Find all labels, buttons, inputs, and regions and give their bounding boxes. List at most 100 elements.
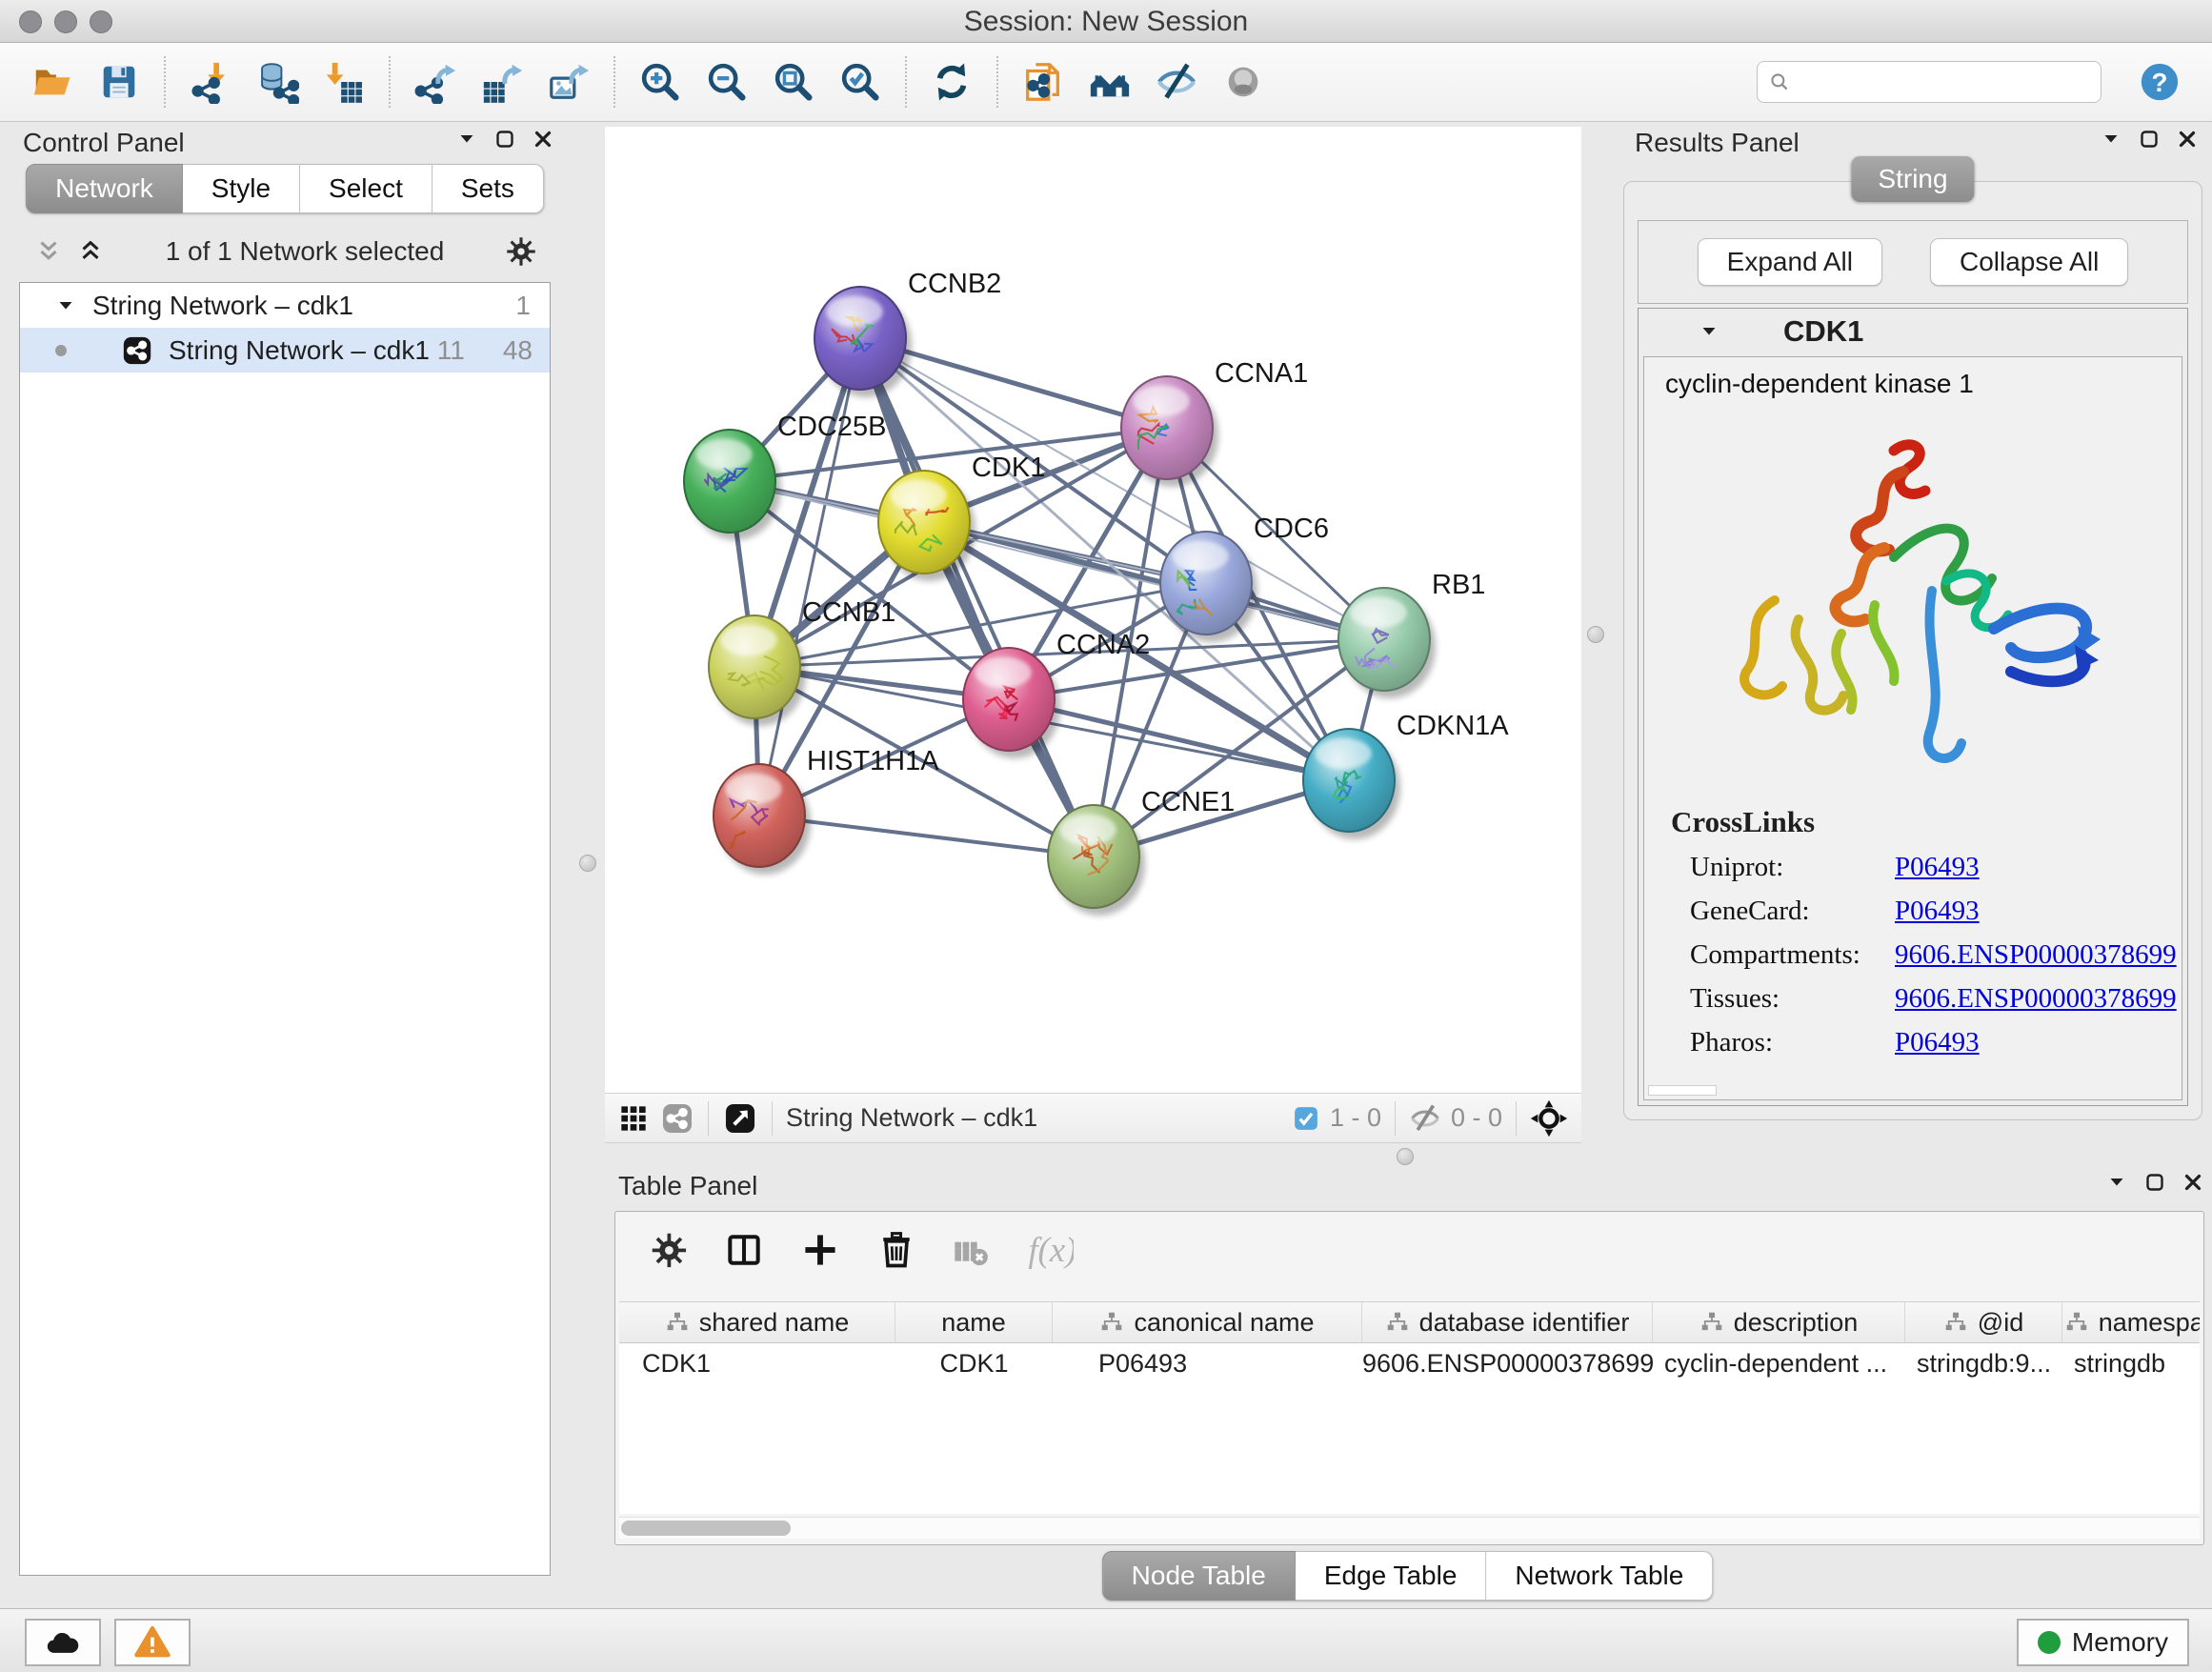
show-graphics-button[interactable] — [1216, 54, 1271, 110]
search-input[interactable] — [1792, 67, 2115, 98]
expand-all-button[interactable]: Expand All — [1698, 238, 1882, 286]
network-edge-count: 48 — [503, 335, 533, 366]
crosslink-link[interactable]: 9606.ENSP00000378699 — [1895, 983, 2177, 1015]
table-panel-float-icon[interactable] — [2105, 1171, 2128, 1194]
hidden-eye-slash-icon[interactable] — [1409, 1102, 1441, 1135]
network-node-CCNB2[interactable]: CCNB2 — [814, 269, 1001, 397]
warnings-button[interactable] — [114, 1619, 191, 1666]
left-splitter-handle[interactable] — [579, 855, 596, 872]
crosslink-link[interactable]: P06493 — [1895, 852, 1980, 883]
column-header-name[interactable]: name — [895, 1302, 1053, 1342]
collapse-all-button[interactable]: Collapse All — [1930, 238, 2128, 286]
refresh-view-button[interactable] — [924, 54, 979, 110]
control-panel-restore-icon[interactable] — [493, 128, 516, 151]
zoom-fit-button[interactable] — [766, 54, 821, 110]
tab-network-table[interactable]: Network Table — [1486, 1551, 1713, 1601]
network-overview-button[interactable] — [1082, 54, 1137, 110]
tab-sets[interactable]: Sets — [432, 164, 544, 213]
view-grid-icon[interactable] — [618, 1103, 649, 1134]
zoom-selected-button[interactable] — [833, 54, 888, 110]
import-table-from-file-button[interactable] — [316, 54, 372, 110]
table-row[interactable]: CDK1CDK1P064939606.ENSP00000378699cyclin… — [619, 1343, 2200, 1383]
show-columns-icon[interactable] — [723, 1229, 765, 1271]
network-node-CDC6[interactable]: CDC6 — [1160, 514, 1329, 642]
crosslink-label: Tissues: — [1690, 983, 1895, 1015]
import-network-from-database-button[interactable] — [250, 54, 305, 110]
network-node-HIST1H1A[interactable]: HIST1H1A — [714, 746, 939, 875]
edge-CCNB2-HIST1H1A[interactable] — [759, 338, 860, 816]
column-label: namespace — [2099, 1308, 2200, 1338]
table-panel-close-icon[interactable] — [2182, 1171, 2204, 1194]
network-node-CDKN1A[interactable]: CDKN1A — [1303, 711, 1509, 839]
control-panel-float-icon[interactable] — [455, 128, 478, 151]
open-session-button[interactable] — [25, 54, 80, 110]
control-panel-close-icon[interactable] — [532, 128, 554, 151]
protein-section-header[interactable]: CDK1 — [1639, 309, 2187, 354]
network-options-gear-icon[interactable] — [505, 235, 537, 268]
column-header-canonical-name[interactable]: canonical name — [1053, 1302, 1362, 1342]
export-network-button[interactable] — [408, 54, 463, 110]
collapse-all-networks-icon[interactable] — [34, 237, 63, 266]
column-header-shared-name[interactable]: shared name — [619, 1302, 895, 1342]
network-node-CCNA1[interactable]: CCNA1 — [1121, 358, 1308, 487]
column-header-@id[interactable]: @id — [1905, 1302, 2062, 1342]
table-options-gear-icon[interactable] — [650, 1231, 689, 1270]
crosslink-link[interactable]: P06493 — [1895, 1027, 1980, 1058]
network-node-CCNE1[interactable]: CCNE1 — [1048, 787, 1235, 916]
tab-edge-table[interactable]: Edge Table — [1296, 1551, 1487, 1601]
table-panel-restore-icon[interactable] — [2143, 1171, 2166, 1194]
tab-style[interactable]: Style — [183, 164, 300, 213]
horizontal-splitter-handle[interactable] — [1397, 1148, 1414, 1165]
tab-select[interactable]: Select — [300, 164, 432, 213]
node-label-CCNA1: CCNA1 — [1215, 358, 1308, 389]
export-table-button[interactable] — [474, 54, 530, 110]
table-horizontal-scrollbar[interactable] — [619, 1517, 2200, 1539]
string-network-badge-icon — [121, 334, 153, 367]
search-box[interactable] — [1757, 61, 2101, 103]
network-node-RB1[interactable]: RB1 — [1338, 570, 1485, 698]
tab-string[interactable]: String — [1851, 156, 1974, 202]
selected-checkbox-icon[interactable] — [1292, 1104, 1320, 1133]
title-bar: Session: New Session — [0, 0, 2212, 43]
results-panel-close-icon[interactable] — [2176, 128, 2199, 151]
expand-all-networks-icon[interactable] — [76, 237, 105, 266]
table-scrollbar-thumb[interactable] — [621, 1521, 791, 1536]
add-column-icon[interactable] — [799, 1229, 841, 1271]
export-image-button[interactable] — [541, 54, 596, 110]
hidden-node-edge-count: 0 - 0 — [1451, 1103, 1502, 1133]
collection-collapse-caret-icon[interactable] — [54, 294, 77, 317]
crosslink-link[interactable]: 9606.ENSP00000378699 — [1895, 939, 2177, 971]
right-splitter-handle[interactable] — [1587, 626, 1604, 643]
column-header-database-identifier[interactable]: database identifier — [1362, 1302, 1653, 1342]
zoom-in-button[interactable] — [633, 54, 688, 110]
birdseye-crosshair-icon[interactable] — [1530, 1099, 1568, 1138]
results-panel-float-icon[interactable] — [2100, 128, 2122, 151]
table-tabs: Node TableEdge TableNetwork Table — [1102, 1551, 1714, 1601]
view-share-icon[interactable] — [660, 1101, 694, 1136]
help-button[interactable]: ? — [2132, 54, 2187, 110]
network-canvas[interactable]: CCNB2 CCNA1 CDC25B CDK1 CDC6 — [605, 127, 1581, 1093]
column-header-namespace[interactable]: namespace — [2062, 1302, 2200, 1342]
tab-network[interactable]: Network — [26, 164, 183, 213]
import-network-from-file-button[interactable] — [183, 54, 238, 110]
memory-button[interactable]: Memory — [2017, 1619, 2189, 1666]
results-panel-restore-icon[interactable] — [2138, 128, 2161, 151]
protein-name: CDK1 — [1783, 314, 1863, 349]
hide-graphics-details-button[interactable] — [1149, 54, 1204, 110]
cloud-status-button[interactable] — [25, 1619, 101, 1666]
network-row-selected[interactable]: String Network – cdk1 11 48 — [20, 328, 550, 373]
toolbar-separator — [905, 56, 907, 108]
detach-view-icon[interactable] — [722, 1100, 758, 1137]
column-label: @id — [1978, 1308, 2023, 1338]
results-horizontal-scrollbar[interactable] — [1648, 1085, 1717, 1096]
crosslink-link[interactable]: P06493 — [1895, 896, 1980, 927]
delete-column-icon[interactable] — [875, 1229, 917, 1271]
open-session-from-file-button[interactable] — [1016, 54, 1071, 110]
save-session-button[interactable] — [91, 54, 147, 110]
network-collection-row[interactable]: String Network – cdk1 1 — [20, 283, 550, 328]
tab-node-table[interactable]: Node Table — [1102, 1551, 1296, 1601]
zoom-out-button[interactable] — [699, 54, 754, 110]
search-icon — [1767, 70, 1792, 94]
protein-collapse-caret-icon[interactable] — [1698, 320, 1720, 343]
column-header-description[interactable]: description — [1653, 1302, 1905, 1342]
